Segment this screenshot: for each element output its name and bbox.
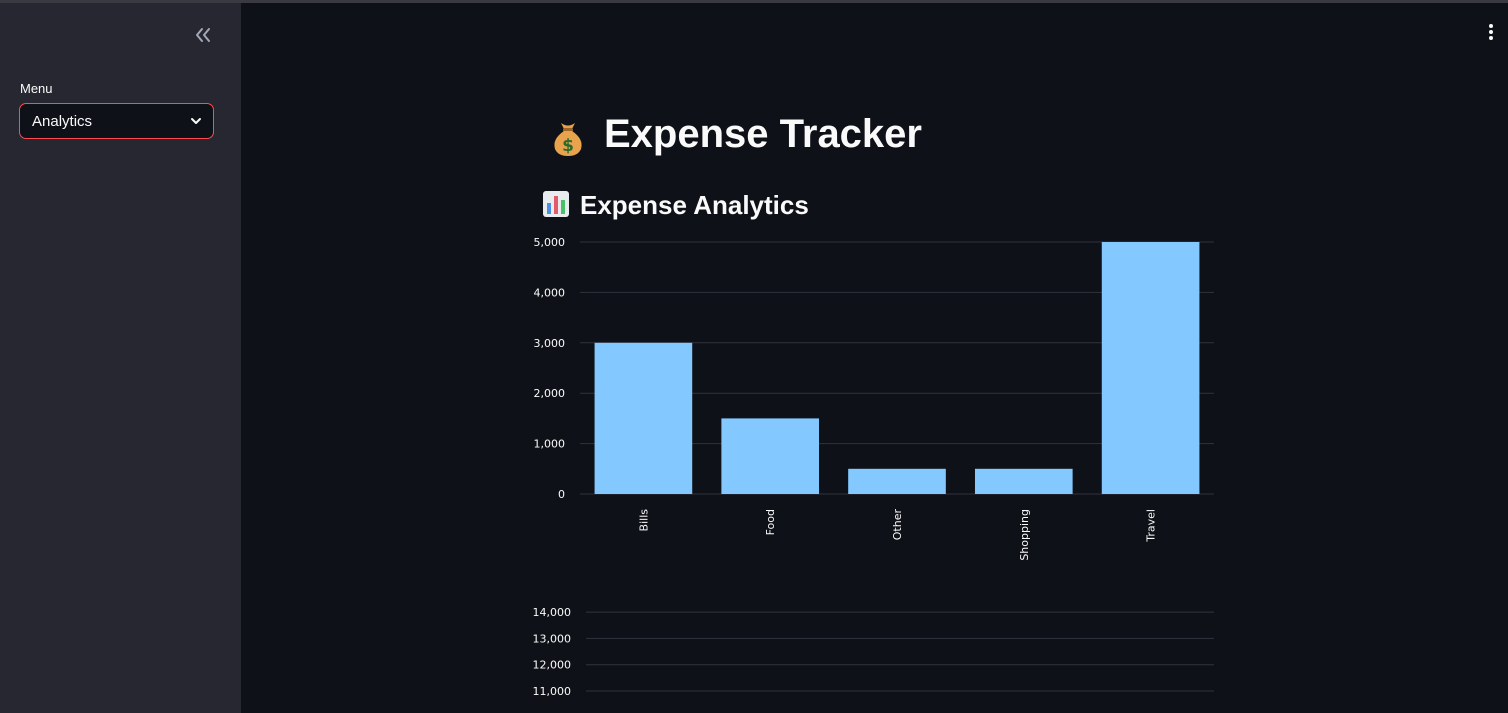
y-tick-label: 5,000	[534, 236, 566, 249]
x-tick-label: Travel	[1145, 509, 1158, 543]
menu-select-value: Analytics	[32, 113, 93, 130]
page-title: $ Expense Tracker	[546, 112, 922, 158]
menu-select[interactable]: Analytics	[19, 103, 214, 139]
title-text: Expense Tracker	[604, 112, 922, 156]
bar-shopping	[974, 468, 1073, 494]
double-chevron-left-icon	[196, 28, 210, 42]
collapse-sidebar-button[interactable]	[190, 22, 216, 48]
section-heading: Expense Analytics	[542, 190, 809, 221]
x-tick-label: Bills	[637, 509, 650, 532]
section-heading-text: Expense Analytics	[580, 190, 809, 220]
kebab-menu-icon[interactable]	[1484, 22, 1498, 44]
bar-other	[848, 468, 946, 494]
x-tick-label: Other	[891, 509, 904, 541]
y-tick-label: 13,000	[533, 632, 572, 645]
y-tick-label: 0	[558, 488, 565, 501]
y-tick-label: 4,000	[534, 286, 566, 299]
y-tick-label: 1,000	[534, 438, 566, 451]
money-bag-icon: $	[554, 123, 582, 157]
x-tick-label: Shopping	[1018, 509, 1031, 561]
y-tick-label: 2,000	[534, 387, 566, 400]
menu-label: Menu	[20, 81, 53, 96]
chevron-down-icon	[191, 118, 201, 124]
y-tick-label: 11,000	[533, 685, 572, 698]
bar-travel	[1101, 242, 1200, 494]
sidebar: Menu Analytics	[0, 3, 241, 713]
svg-text:$: $	[562, 136, 574, 156]
expense-bar-chart: 0 1,000 2,000 3,000 4,000 5,000 Bills Food Other…	[534, 236, 1214, 561]
y-tick-label: 12,000	[533, 659, 572, 672]
bar-bills	[594, 342, 693, 494]
bar-chart-icon	[543, 191, 569, 217]
x-tick-label: Food	[764, 509, 777, 535]
second-chart: 11,000 12,000 13,000 14,000	[533, 606, 1214, 698]
y-tick-label: 3,000	[534, 337, 566, 350]
y-tick-label: 14,000	[533, 606, 572, 619]
bar-food	[721, 418, 820, 494]
